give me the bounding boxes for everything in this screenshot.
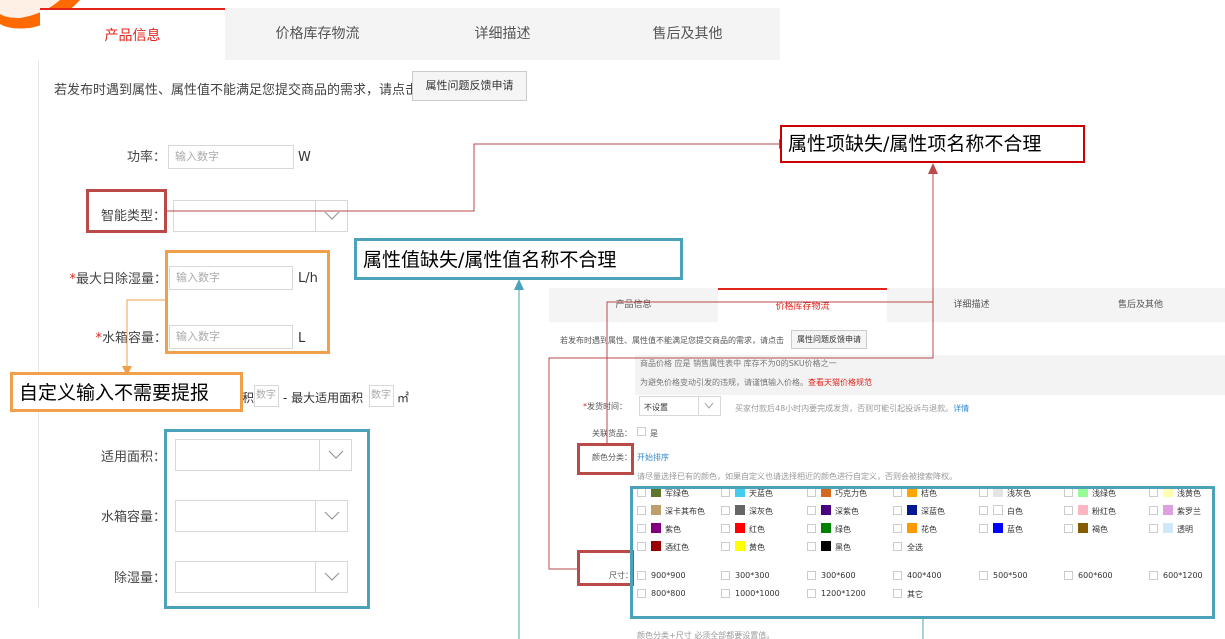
- page: 产品信息 价格库存物流 详细描述 售后及其他 若发布时遇到属性、属性值不能满足您…: [0, 0, 1225, 639]
- color-label-highlight: [577, 443, 634, 475]
- attr-missing-callout: 属性项缺失/属性项名称不合理: [780, 125, 1085, 163]
- dropdown-values-highlight: [164, 429, 370, 609]
- size-label-highlight: [577, 550, 634, 586]
- custom-input-callout: 自定义输入不需要提报: [10, 372, 243, 412]
- smart-type-highlight: [86, 189, 167, 233]
- custom-input-highlight: [165, 250, 330, 354]
- value-missing-callout: 属性值缺失/属性值名称不合理: [354, 238, 683, 280]
- color-size-values-highlight: [630, 486, 1215, 619]
